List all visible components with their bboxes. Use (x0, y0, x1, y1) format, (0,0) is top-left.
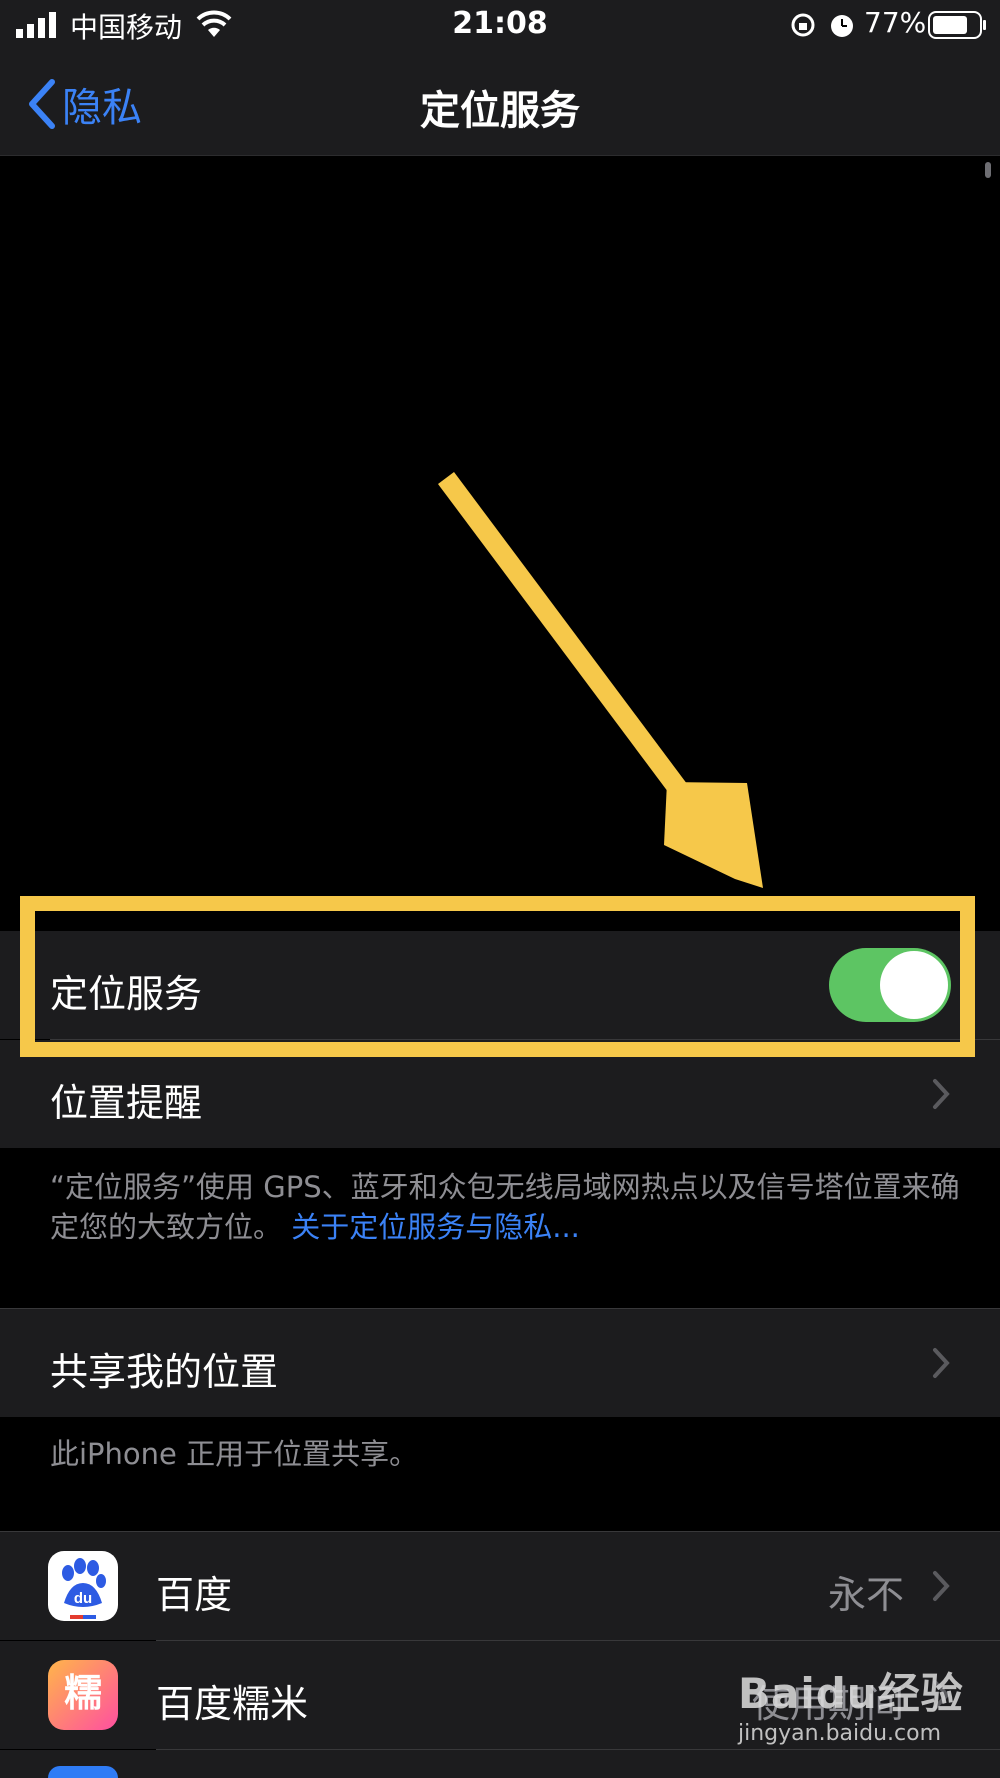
location-services-label: 定位服务 (50, 972, 203, 1016)
share-location-label: 共享我的位置 (50, 1350, 279, 1394)
chevron-right-icon (933, 1348, 950, 1378)
app-name: 百度糯米 (156, 1682, 309, 1726)
toggle-knob (880, 951, 948, 1019)
share-location-row[interactable]: 共享我的位置 (0, 1309, 1000, 1417)
app-name: 百度 (156, 1573, 233, 1617)
app-row-partial[interactable] (0, 1750, 1000, 1778)
app-row-baidu[interactable]: du 百度 永不 (0, 1532, 1000, 1640)
app-permission-value: 永不 (827, 1573, 904, 1617)
location-alerts-label: 位置提醒 (50, 1081, 203, 1125)
chevron-right-icon (933, 1571, 950, 1601)
privacy-link[interactable]: 关于定位服务与隐私... (291, 1210, 580, 1244)
svg-text:糯: 糯 (64, 1671, 102, 1715)
location-services-description: “定位服务”使用 GPS、蓝牙和众包无线局域网热点以及信号塔位置来确定您的大致方… (50, 1167, 960, 1247)
watermark-url: jingyan.baidu.com (738, 1721, 942, 1746)
location-services-row: 定位服务 (0, 931, 1000, 1039)
svg-text:du: du (74, 1590, 92, 1607)
watermark: Baidu经验 jingyan.baidu.com (738, 1660, 978, 1746)
watermark-text: Baidu经验 (738, 1669, 964, 1718)
location-services-toggle[interactable] (829, 948, 951, 1022)
location-alerts-row[interactable]: 位置提醒 (0, 1040, 1000, 1148)
baidu-nuomi-app-icon: 糯 (48, 1660, 118, 1730)
chevron-right-icon (933, 1079, 950, 1109)
baidu-app-icon: du (48, 1551, 118, 1621)
app-icon-partial (48, 1766, 118, 1778)
share-location-note: 此iPhone 正用于位置共享。 (50, 1437, 419, 1471)
annotation-arrow (437, 472, 763, 888)
